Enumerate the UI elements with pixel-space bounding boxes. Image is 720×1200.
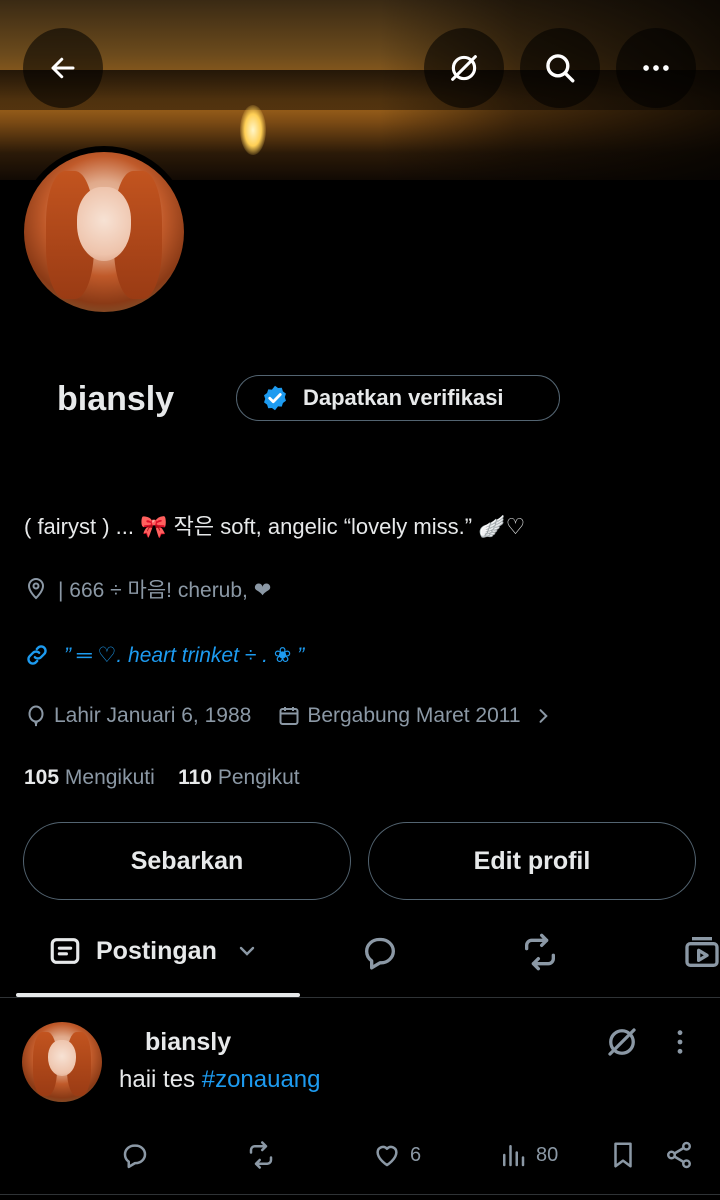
link-text[interactable]: ” ═ ♡. heart trinket ÷ . ❀ ” <box>64 643 304 668</box>
views-chart-icon <box>503 1145 525 1167</box>
followers-link[interactable]: 110 Pengikut <box>178 766 299 789</box>
post-like-button[interactable]: 6 <box>372 1140 421 1170</box>
tab-posts-label: Postingan <box>96 936 217 965</box>
follow-stats: 105 Mengikuti 110 Pengikut <box>24 766 300 790</box>
bookmark-icon <box>614 1142 632 1168</box>
search-button[interactable] <box>520 28 600 108</box>
tab-media[interactable] <box>682 932 720 972</box>
share-icon <box>667 1141 691 1169</box>
post-grok-button[interactable] <box>604 1024 640 1060</box>
following-link[interactable]: 105 Mengikuti <box>24 766 155 789</box>
post-views-button[interactable]: 80 <box>498 1140 558 1170</box>
tab-active-indicator <box>16 993 300 997</box>
grok-icon <box>608 1028 636 1056</box>
profile-name: biansly <box>57 380 175 418</box>
posts-icon <box>50 938 80 964</box>
banner-sun-reflection <box>240 105 266 155</box>
more-button[interactable] <box>616 28 696 108</box>
join-date[interactable]: Bergabung Maret 2011 <box>277 704 552 728</box>
profile-tabs: Postingan <box>0 920 720 998</box>
birth-text: Lahir Januari 6, 1988 <box>54 704 252 727</box>
verified-badge-icon <box>264 385 286 411</box>
location-pin-icon <box>27 578 45 600</box>
profile-avatar[interactable] <box>18 146 190 318</box>
chevron-right-icon <box>539 709 548 723</box>
post-avatar[interactable] <box>22 1022 102 1102</box>
balloon-icon <box>28 705 44 727</box>
back-button[interactable] <box>23 28 103 108</box>
arrow-left-icon <box>51 57 75 79</box>
post-view-count: 80 <box>536 1143 559 1166</box>
post-author[interactable]: biansly <box>145 1028 231 1057</box>
search-icon <box>546 54 575 83</box>
post-reply-button[interactable] <box>120 1140 150 1170</box>
following-count: 105 <box>24 766 60 789</box>
tab-replies[interactable] <box>360 932 400 972</box>
join-text: Bergabung Maret 2011 <box>307 704 521 727</box>
reply-icon <box>364 937 395 970</box>
post-hashtag[interactable]: #zonauang <box>202 1066 321 1093</box>
link-icon <box>27 645 47 665</box>
post-repost-button[interactable] <box>246 1140 276 1170</box>
profile-bio: ( fairyst ) ... 🎀 작은 soft, angelic “love… <box>24 514 526 539</box>
post-share-button[interactable] <box>664 1140 694 1170</box>
share-button[interactable]: Sebarkan <box>23 822 351 900</box>
post-like-count: 6 <box>410 1143 422 1166</box>
heart-icon <box>376 1145 398 1167</box>
calendar-icon <box>279 707 299 725</box>
avatar-image <box>24 152 184 312</box>
profile-meta: Lahir Januari 6, 1988 Bergabung Maret 20… <box>24 704 553 728</box>
followers-count: 110 <box>178 766 213 789</box>
post-more-button[interactable] <box>664 1026 696 1058</box>
get-verified-button[interactable]: Dapatkan verifikasi <box>236 375 560 421</box>
reply-icon <box>123 1144 147 1169</box>
post-divider <box>0 1194 720 1195</box>
tab-reposts[interactable] <box>520 932 560 972</box>
following-label: Mengikuti <box>64 766 155 789</box>
post-bookmark-button[interactable] <box>608 1140 638 1170</box>
chevron-down-icon[interactable] <box>235 939 259 963</box>
grok-icon <box>451 55 477 81</box>
profile-location: | 666 ÷ 마음! cherub, ❤ <box>24 574 271 604</box>
location-text: | 666 ÷ 마음! cherub, ❤ <box>58 579 272 602</box>
edit-profile-button[interactable]: Edit profil <box>368 822 696 900</box>
post-item[interactable]: biansly haii tes #zonauang 6 80 <box>0 1000 720 1200</box>
more-vertical-icon <box>677 1030 683 1054</box>
post-text-body: haii tes <box>119 1066 202 1093</box>
get-verified-label: Dapatkan verifikasi <box>303 385 504 410</box>
followers-label: Pengikut <box>217 766 300 789</box>
grok-button[interactable] <box>424 28 504 108</box>
media-icon <box>685 937 719 967</box>
birth-date: Lahir Januari 6, 1988 <box>24 704 251 728</box>
repost-icon <box>525 933 555 971</box>
more-horizontal-icon <box>643 65 669 71</box>
profile-link[interactable]: ” ═ ♡. heart trinket ÷ . ❀ ” <box>24 642 304 668</box>
tab-posts[interactable]: Postingan <box>48 934 259 968</box>
post-text: haii tes #zonauang <box>119 1066 321 1094</box>
repost-icon <box>249 1141 273 1169</box>
